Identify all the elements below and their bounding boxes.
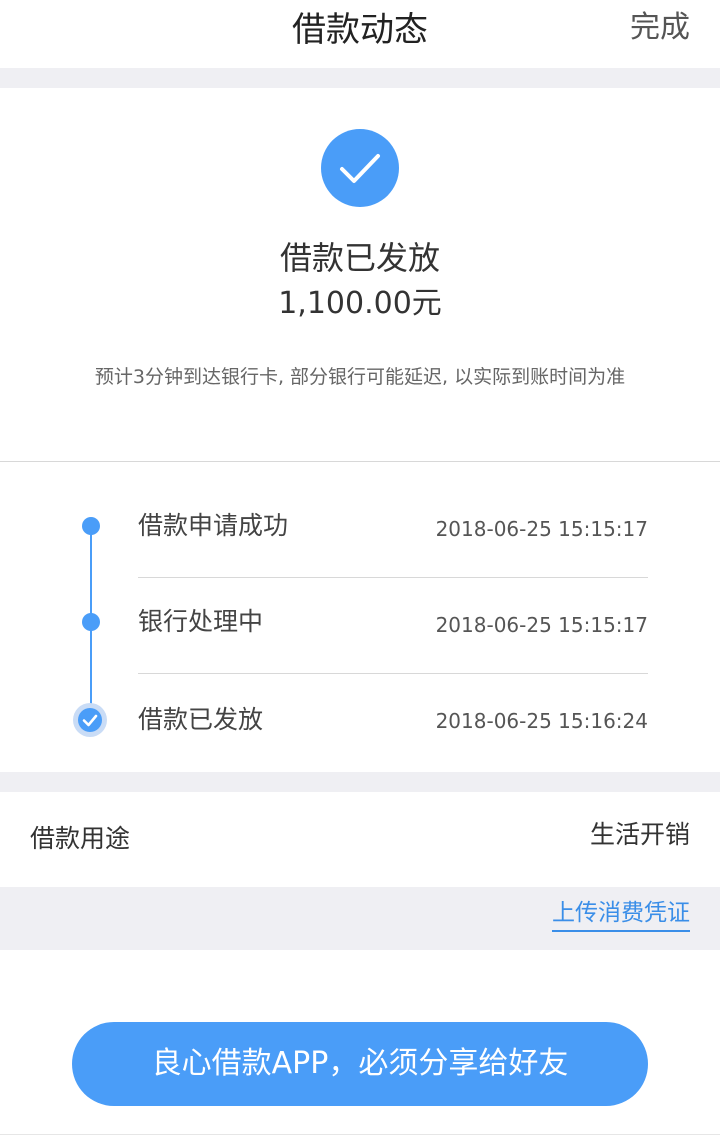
share-button[interactable]: 良心借款APP，必须分享给好友	[72, 1022, 648, 1106]
purpose-label: 借款用途	[30, 824, 131, 853]
upload-receipt-link[interactable]: 上传消费凭证	[552, 898, 690, 932]
bottom-edge	[0, 1134, 720, 1135]
timeline-dot	[82, 517, 100, 535]
timeline-dot	[82, 613, 100, 631]
timeline-divider	[138, 577, 648, 578]
timeline-step-time: 2018-06-25 15:15:17	[435, 517, 648, 541]
page-title: 借款动态	[292, 10, 428, 50]
arrival-notice: 预计3分钟到达银行卡, 部分银行可能延迟, 以实际到账时间为准	[94, 366, 626, 388]
done-button[interactable]: 完成	[630, 8, 690, 48]
timeline-check-icon	[73, 703, 107, 737]
timeline-step-label: 借款申请成功	[138, 511, 289, 540]
timeline-step-label: 借款已发放	[138, 705, 264, 734]
section-divider-band	[0, 772, 720, 792]
divider	[0, 461, 720, 462]
timeline-step-time: 2018-06-25 15:16:24	[435, 709, 648, 733]
section-divider-band	[0, 68, 720, 88]
top-bar: 借款动态 完成	[0, 0, 720, 68]
timeline-divider	[138, 673, 648, 674]
timeline-step-label: 银行处理中	[138, 607, 264, 636]
loan-amount: 1,100.00元	[278, 286, 442, 321]
success-check-icon	[321, 129, 399, 207]
timeline-step-time: 2018-06-25 15:15:17	[435, 613, 648, 637]
status-title: 借款已发放	[279, 239, 440, 277]
purpose-value: 生活开销	[589, 820, 690, 849]
